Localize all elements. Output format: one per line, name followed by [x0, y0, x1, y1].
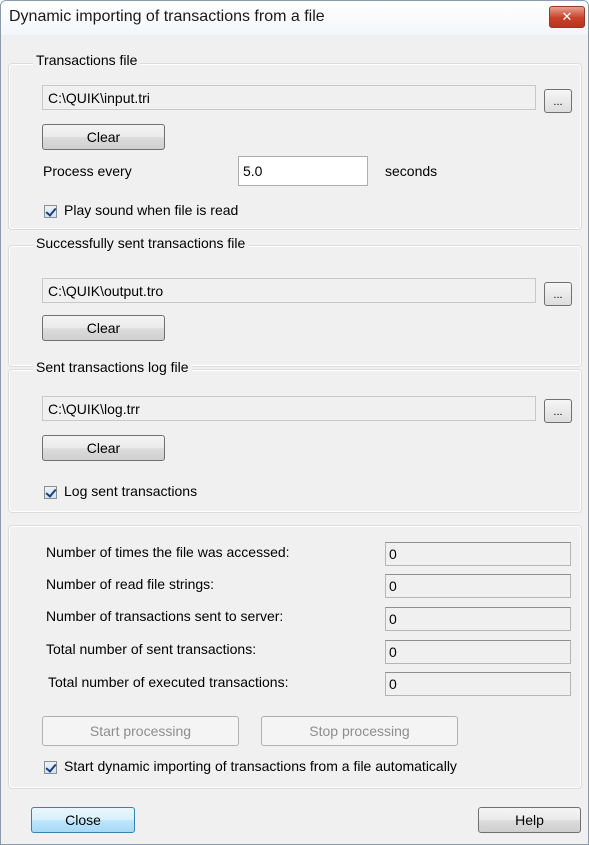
stop-processing-button[interactable]: Stop processing	[261, 716, 458, 746]
stat-label-total-executed: Total number of executed transactions:	[48, 674, 289, 690]
log-file-legend: Sent transactions log file	[33, 359, 192, 375]
log-file-clear-button[interactable]: Clear	[42, 435, 165, 461]
log-sent-transactions-label[interactable]: Log sent transactions	[64, 483, 197, 499]
title-bar[interactable]: Dynamic importing of transactions from a…	[1, 1, 588, 35]
log-file-path[interactable]: C:\QUIK\log.trr	[42, 396, 536, 421]
stat-value-sent-to-server: 0	[385, 607, 571, 631]
stat-label-sent-to-server: Number of transactions sent to server:	[46, 608, 284, 624]
sent-file-clear-button[interactable]: Clear	[42, 315, 165, 341]
stat-value-total-sent: 0	[385, 640, 571, 664]
stat-value-total-executed: 0	[385, 672, 571, 696]
close-icon[interactable]: ✕	[549, 6, 585, 28]
process-interval-input[interactable]: 5.0	[238, 156, 368, 186]
start-processing-button[interactable]: Start processing	[42, 716, 239, 746]
window-title: Dynamic importing of transactions from a…	[9, 8, 325, 25]
sent-file-group	[8, 245, 582, 367]
play-sound-checkbox[interactable]	[44, 205, 57, 218]
stat-value-read-strings: 0	[385, 574, 571, 598]
transactions-file-legend: Transactions file	[33, 52, 141, 68]
sent-file-path[interactable]: C:\QUIK\output.tro	[42, 278, 536, 303]
sent-file-legend: Successfully sent transactions file	[33, 235, 249, 251]
stat-label-total-sent: Total number of sent transactions:	[46, 641, 257, 657]
sent-file-browse-button[interactable]: ...	[544, 282, 572, 306]
help-button[interactable]: Help	[478, 807, 581, 833]
transactions-file-browse-button[interactable]: ...	[544, 89, 572, 113]
log-file-browse-button[interactable]: ...	[544, 399, 572, 423]
auto-start-label[interactable]: Start dynamic importing of transactions …	[64, 758, 457, 774]
dialog-body: Transactions file C:\QUIK\input.tri ... …	[8, 35, 582, 839]
stat-label-accessed: Number of times the file was accessed:	[46, 544, 290, 560]
log-sent-transactions-checkbox[interactable]	[44, 486, 57, 499]
play-sound-label[interactable]: Play sound when file is read	[64, 202, 238, 218]
close-button[interactable]: Close	[31, 807, 135, 833]
process-every-label: Process every	[43, 163, 132, 179]
auto-start-checkbox[interactable]	[44, 761, 57, 774]
stat-label-read-strings: Number of read file strings:	[46, 576, 215, 592]
transactions-file-clear-button[interactable]: Clear	[42, 124, 165, 150]
seconds-label: seconds	[385, 163, 438, 179]
dialog-window: Dynamic importing of transactions from a…	[0, 0, 589, 845]
stat-value-accessed: 0	[385, 542, 571, 566]
transactions-file-path[interactable]: C:\QUIK\input.tri	[42, 85, 536, 110]
